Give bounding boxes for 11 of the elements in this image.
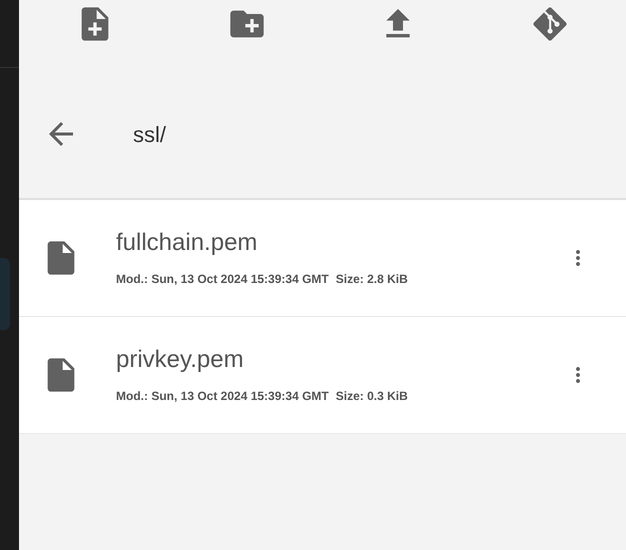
file-size: Size: 2.8 KiB [336, 271, 408, 288]
modified-date: Mod.: Sun, 13 Oct 2024 15:39:34 GMT [116, 388, 329, 405]
git-icon[interactable] [531, 5, 570, 43]
file-row[interactable]: fullchain.pem Mod.: Sun, 13 Oct 2024 15:39:34 GMT Size: 2.8 KiB [19, 200, 626, 317]
current-path: ssl/ [133, 120, 166, 148]
sidebar-highlight [0, 258, 10, 330]
file-name: privkey.pem [116, 345, 245, 375]
file-name: fullchain.pem [116, 228, 258, 258]
file-row[interactable]: privkey.pem Mod.: Sun, 13 Oct 2024 15:39:34 GMT Size: 0.3 KiB [19, 317, 626, 434]
file-size: Size: 0.3 KiB [336, 388, 408, 405]
modified-date: Mod.: Sun, 13 Oct 2024 15:39:34 GMT [116, 271, 329, 288]
